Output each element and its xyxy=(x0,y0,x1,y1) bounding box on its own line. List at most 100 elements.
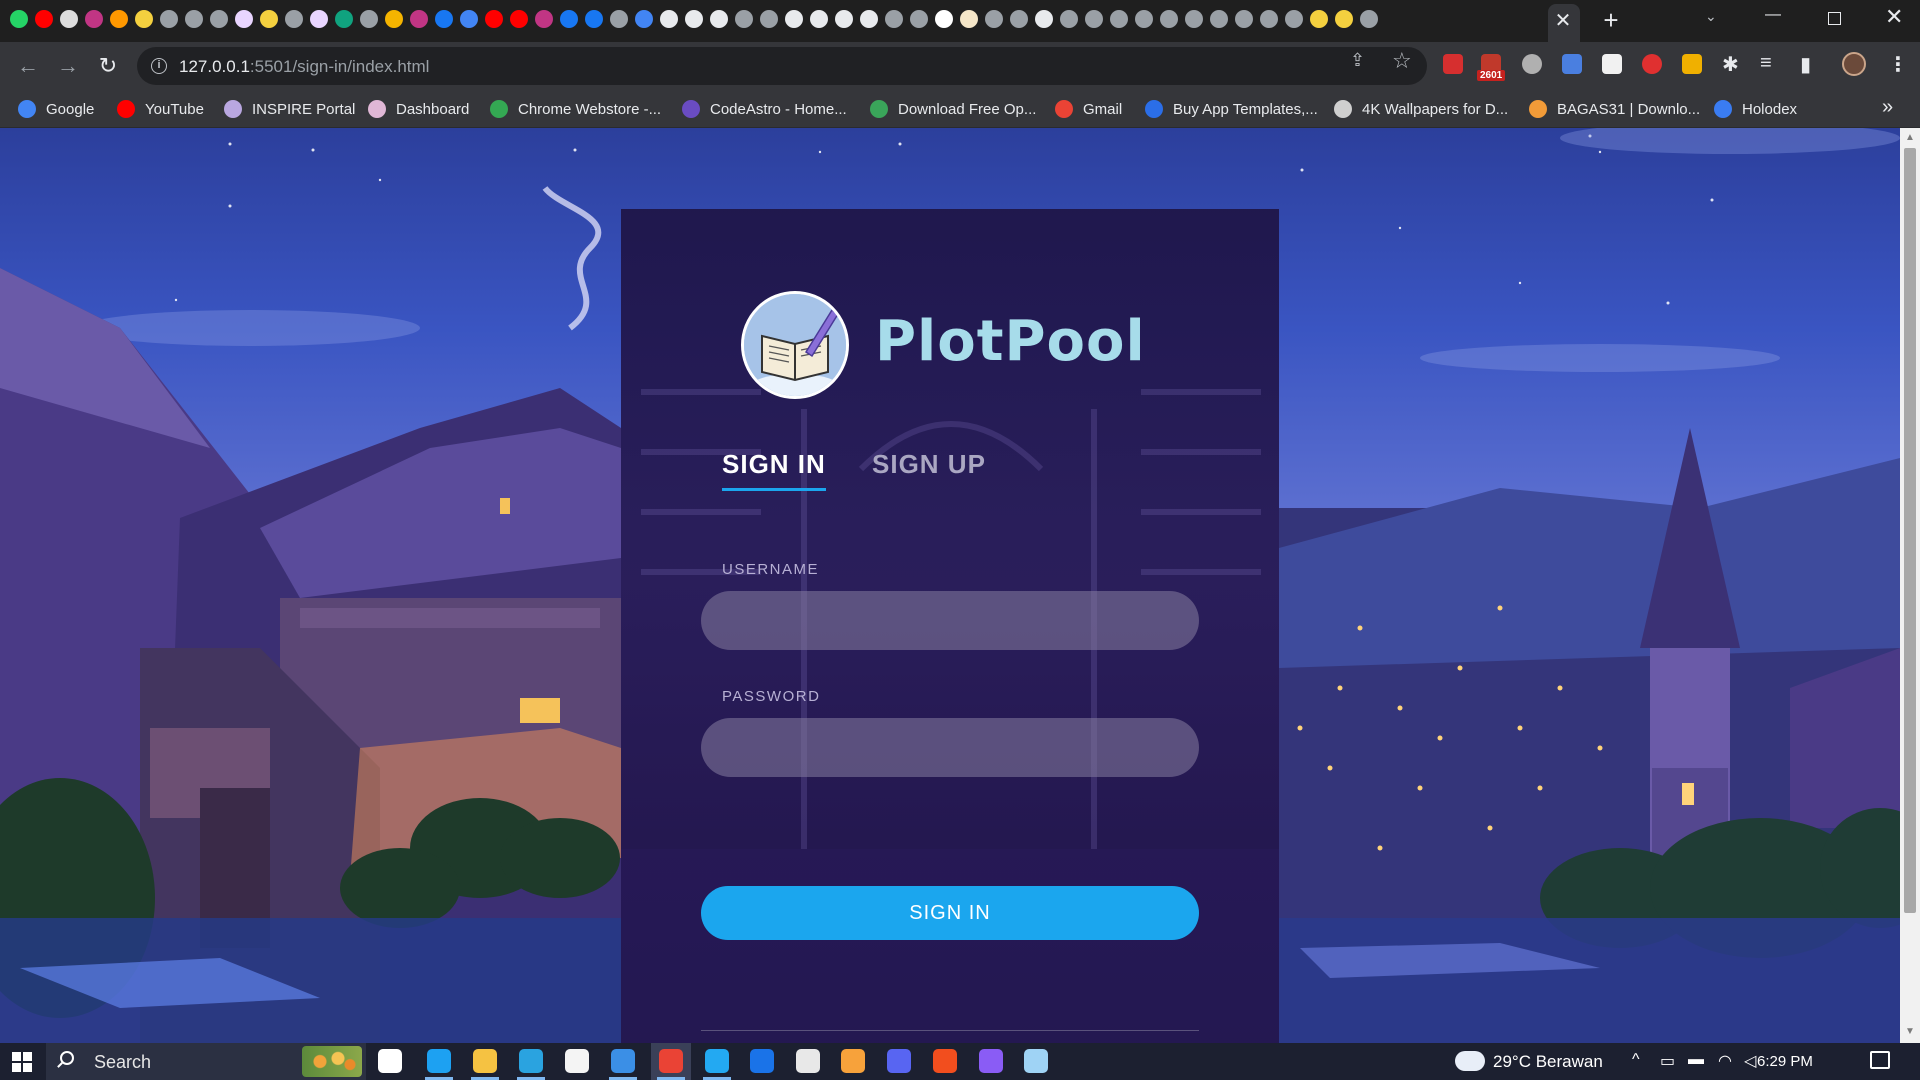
tab-favicon-icon[interactable] xyxy=(760,10,778,28)
taskbar-app-icon[interactable] xyxy=(473,1049,497,1073)
tab-favicon-icon[interactable] xyxy=(260,10,278,28)
tab-favicon-icon[interactable] xyxy=(1010,10,1028,28)
bookmark-item[interactable]: YouTube xyxy=(117,98,204,120)
back-button[interactable]: ← xyxy=(14,52,42,80)
bookmark-item[interactable]: CodeAstro - Home... xyxy=(682,98,847,120)
tab-favicon-icon[interactable] xyxy=(1085,10,1103,28)
tab-favicon-icon[interactable] xyxy=(560,10,578,28)
bookmark-star-icon[interactable]: ☆ xyxy=(1392,48,1412,74)
tab-favicon-icon[interactable] xyxy=(1160,10,1178,28)
tab-favicon-icon[interactable] xyxy=(860,10,878,28)
browser-menu-icon[interactable]: ⋮ xyxy=(1888,52,1908,77)
forward-button[interactable]: → xyxy=(54,52,82,80)
tab-favicon-icon[interactable] xyxy=(1235,10,1253,28)
tab-favicon-icon[interactable] xyxy=(910,10,928,28)
address-bar[interactable]: i 127.0.0.1:5501/sign-in/index.html xyxy=(137,47,1427,85)
extension-icon[interactable] xyxy=(1642,54,1662,74)
tab-favicon-icon[interactable] xyxy=(710,10,728,28)
tab-search-icon[interactable]: ⌄ xyxy=(1705,8,1717,25)
taskbar-search[interactable]: Search xyxy=(46,1043,366,1080)
tab-favicon-icon[interactable] xyxy=(460,10,478,28)
tab-sign-up[interactable]: SIGN UP xyxy=(872,449,986,480)
bookmark-item[interactable]: INSPIRE Portal xyxy=(224,98,355,120)
taskbar-app-icon[interactable] xyxy=(796,1049,820,1073)
tab-favicon-icon[interactable] xyxy=(685,10,703,28)
tab-favicon-icon[interactable] xyxy=(385,10,403,28)
tab-favicon-icon[interactable] xyxy=(785,10,803,28)
translate-extension-icon[interactable] xyxy=(1562,54,1582,74)
tab-favicon-icon[interactable] xyxy=(335,10,353,28)
tab-favicon-icon[interactable] xyxy=(1110,10,1128,28)
tab-favicon-icon[interactable] xyxy=(635,10,653,28)
bookmark-item[interactable]: Gmail xyxy=(1055,98,1122,120)
tab-sign-in[interactable]: SIGN IN xyxy=(722,449,826,491)
window-close-button[interactable]: ✕ xyxy=(1885,4,1903,30)
scroll-up-icon[interactable]: ▲ xyxy=(1905,132,1915,143)
volume-icon[interactable]: ◁ xyxy=(1744,1051,1756,1071)
maximize-button[interactable] xyxy=(1828,12,1841,25)
extension-icon[interactable] xyxy=(1682,54,1702,74)
bookmark-item[interactable]: 4K Wallpapers for D... xyxy=(1334,98,1508,120)
taskbar-app-icon[interactable] xyxy=(519,1049,543,1073)
minimize-button[interactable]: — xyxy=(1765,6,1781,24)
taskbar-app-icon[interactable] xyxy=(933,1049,957,1073)
weather-cloud-icon[interactable] xyxy=(1455,1045,1485,1071)
reload-button[interactable]: ↻ xyxy=(94,52,122,80)
tab-favicon-icon[interactable] xyxy=(85,10,103,28)
extensions-puzzle-icon[interactable]: ✱ xyxy=(1722,52,1739,77)
bookmark-item[interactable]: Google xyxy=(18,98,94,120)
bookmark-item[interactable]: BAGAS31 | Downlo... xyxy=(1529,98,1700,120)
side-panel-icon[interactable]: ▮ xyxy=(1800,52,1811,77)
tab-favicon-icon[interactable] xyxy=(810,10,828,28)
share-icon[interactable]: ⇪ xyxy=(1350,50,1365,71)
tab-favicon-icon[interactable] xyxy=(210,10,228,28)
taskbar-app-icon[interactable] xyxy=(427,1049,451,1073)
username-input[interactable] xyxy=(701,591,1199,650)
tab-favicons[interactable] xyxy=(10,10,1540,32)
new-tab-button[interactable]: + xyxy=(1596,6,1626,36)
tab-favicon-icon[interactable] xyxy=(360,10,378,28)
tab-favicon-icon[interactable] xyxy=(1185,10,1203,28)
tab-favicon-icon[interactable] xyxy=(60,10,78,28)
tab-favicon-icon[interactable] xyxy=(410,10,428,28)
tab-close-icon[interactable]: ✕ xyxy=(1550,8,1576,34)
taskbar-app-icon[interactable] xyxy=(1024,1049,1048,1073)
profile-avatar[interactable] xyxy=(1842,52,1866,76)
tab-favicon-icon[interactable] xyxy=(835,10,853,28)
tab-favicon-icon[interactable] xyxy=(10,10,28,28)
tray-chevron-icon[interactable]: ^ xyxy=(1632,1051,1640,1069)
meet-now-icon[interactable]: ▭ xyxy=(1660,1051,1675,1071)
tab-favicon-icon[interactable] xyxy=(160,10,178,28)
bookmarks-overflow-icon[interactable]: » xyxy=(1882,96,1893,119)
tab-favicon-icon[interactable] xyxy=(1335,10,1353,28)
taskbar-app-icon[interactable] xyxy=(659,1049,683,1073)
tab-favicon-icon[interactable] xyxy=(310,10,328,28)
tab-favicon-icon[interactable] xyxy=(110,10,128,28)
tab-favicon-icon[interactable] xyxy=(1135,10,1153,28)
sign-in-button[interactable]: SIGN IN xyxy=(701,886,1199,940)
tab-favicon-icon[interactable] xyxy=(185,10,203,28)
bookmark-item[interactable]: Buy App Templates,... xyxy=(1145,98,1318,120)
tab-favicon-icon[interactable] xyxy=(935,10,953,28)
taskbar-app-icon[interactable] xyxy=(611,1049,635,1073)
bookmark-item[interactable]: Dashboard xyxy=(368,98,469,120)
tab-favicon-icon[interactable] xyxy=(485,10,503,28)
tab-favicon-icon[interactable] xyxy=(1035,10,1053,28)
scrollbar-thumb[interactable] xyxy=(1904,148,1916,913)
password-input[interactable] xyxy=(701,718,1199,777)
taskbar-app-icon[interactable] xyxy=(705,1049,729,1073)
taskbar-clock[interactable]: 6:29 PM xyxy=(1757,1053,1813,1070)
bookmark-item[interactable]: Download Free Op... xyxy=(870,98,1036,120)
tab-favicon-icon[interactable] xyxy=(510,10,528,28)
tab-favicon-icon[interactable] xyxy=(35,10,53,28)
tab-favicon-icon[interactable] xyxy=(235,10,253,28)
battery-icon[interactable]: ▬ xyxy=(1688,1051,1704,1069)
scroll-down-icon[interactable]: ▼ xyxy=(1905,1026,1915,1037)
taskbar-app-icon[interactable] xyxy=(979,1049,1003,1073)
tab-favicon-icon[interactable] xyxy=(135,10,153,28)
taskbar-app-icon[interactable] xyxy=(565,1049,589,1073)
reading-list-icon[interactable]: ≡ xyxy=(1760,52,1772,75)
tab-favicon-icon[interactable] xyxy=(285,10,303,28)
tab-favicon-icon[interactable] xyxy=(435,10,453,28)
tab-favicon-icon[interactable] xyxy=(885,10,903,28)
